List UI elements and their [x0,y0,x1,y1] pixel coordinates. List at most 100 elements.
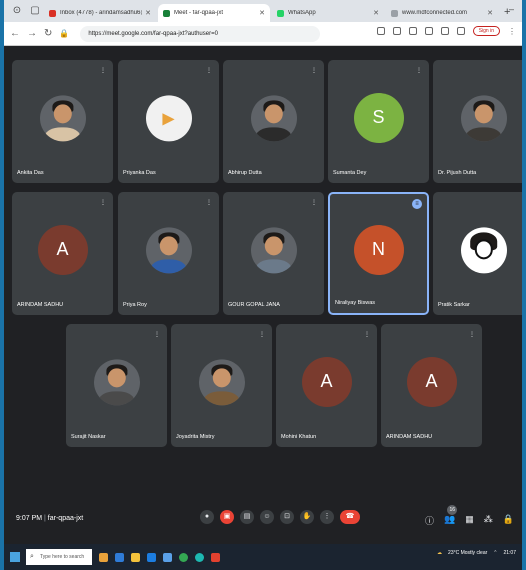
mic-muted-icon: ⋮ [100,68,106,74]
network-icon[interactable]: ⌃ [493,550,497,556]
participant-tile[interactable]: ⋮ Pratik Sarkar [433,192,522,315]
window-controls: – [509,4,514,14]
participant-tile[interactable]: ⋮ A ARINDAM SADHU [12,192,113,315]
gmail-icon [49,9,56,17]
minimize-icon[interactable]: – [509,4,514,14]
url-field[interactable]: https://meet.google.com/far-qpaa-jxt?aut… [80,25,321,42]
face-shape [474,239,493,260]
avatar-photo [39,94,86,141]
info-icon[interactable]: ⓘ [425,514,434,527]
participant-tile[interactable]: ⋮ S Sumanta Dey [328,60,429,183]
side-controls: ⓘ 👥 16 ▦ ⁂ 🔒 [425,505,514,527]
body-shape [150,259,187,273]
mic-muted-icon: ⋮ [259,332,265,338]
face-shape [159,236,178,256]
close-icon[interactable]: ✕ [487,9,493,17]
avatar-initial: S [353,92,404,143]
participant-name: Mohini Khatun [281,434,317,440]
share-icon[interactable] [392,27,401,35]
tab-search-icon[interactable]: ▢ [28,4,42,18]
participant-name: Sumanta Dey [333,170,367,176]
participant-name: ARINDAM SADHU [17,302,64,308]
tab-inbox[interactable]: Inbox (4778) - arindamsadhu6@... ✕ [44,4,156,22]
chrome-icon[interactable] [179,552,188,562]
face-shape [53,104,72,124]
mic-muted-icon: ⋮ [469,332,475,338]
system-tray: ☁ 23°C Mostly clear ⌃ 21:07 [437,550,516,556]
cortana-icon[interactable] [99,552,108,562]
close-icon[interactable]: ✕ [373,9,379,17]
whatsapp-icon [277,9,284,17]
store-icon[interactable] [147,552,156,562]
participant-tile[interactable]: ⋮ Dr. Pijush Dutta [433,60,522,183]
task-view-icon[interactable] [115,552,124,562]
mic-muted-icon: ⋮ [206,200,212,206]
weather-text[interactable]: 23°C Mostly clear [448,550,487,556]
mic-muted-icon: ⋮ [521,199,522,207]
tab-whatsapp[interactable]: WhatsApp ✕ [272,4,384,22]
file-explorer-icon[interactable] [131,552,140,562]
lock-host-icon[interactable]: 🔒 [503,514,514,527]
captions-icon[interactable]: ▤ [240,510,254,524]
participant-tile[interactable]: ⋮ A Mohini Khatun [276,324,377,447]
office-icon[interactable] [211,552,220,562]
participant-tile[interactable]: ⋮ ▶ Priyanka Das [118,60,219,183]
end-call-button[interactable]: ☎ [340,510,360,524]
avatar-photo [93,358,140,405]
lock-icon[interactable]: 🔒 [59,29,69,38]
meet-control-bar: 9:07 PM | far-qpaa-jxt ● ▣ ▤ ☺ ⊡ ✋ ⋮ ☎ ⓘ… [4,504,522,536]
meeting-info: 9:07 PM | far-qpaa-jxt [16,515,84,522]
taskbar-search[interactable]: Type here to search [26,549,92,565]
star-icon[interactable] [408,27,417,35]
edge-icon[interactable] [195,552,204,562]
avatar-initial: A [37,224,88,275]
download-icon[interactable] [456,27,465,35]
close-icon[interactable]: ✕ [259,9,265,17]
participant-tile[interactable]: ⋮ GOUR GOPAL JANA [223,192,324,315]
raise-hand-icon[interactable]: ✋ [300,510,314,524]
participant-tile[interactable]: ⋮ A ARINDAM SADHU [381,324,482,447]
back-icon[interactable]: ← [10,28,20,39]
sign-in-button[interactable]: Sign in [472,26,500,36]
extension-icon[interactable] [424,27,433,35]
tab-mdf[interactable]: www.mdfconnected.com ✕ [386,4,498,22]
mail-icon[interactable] [163,552,172,562]
window-menu-icon[interactable]: ⊙ [10,4,24,18]
mic-icon[interactable]: ● [200,510,214,524]
participant-name: Niraliyay Biswas [335,300,376,306]
present-icon[interactable]: ⊡ [280,510,294,524]
participant-tile[interactable]: ⋮ Abhirup Dutta [223,60,324,183]
more-menu-icon[interactable]: ⋮ [508,27,516,36]
play-icon: ▶ [162,109,175,127]
mic-muted-icon: ⋮ [521,67,522,75]
participant-tile[interactable]: ⋮ Ankita Das [12,60,113,183]
close-icon[interactable]: ✕ [145,9,151,17]
tab-meet[interactable]: Meet - far-qpaa-jxt ✕ [158,4,270,22]
camera-off-icon[interactable]: ▣ [220,510,234,524]
more-options-icon[interactable]: ⋮ [320,510,334,524]
taskbar-clock[interactable]: 21:07 [503,550,516,556]
face-shape [264,104,283,124]
participant-tile[interactable]: ≡ N Niraliyay Biswas [328,192,429,315]
participant-tile[interactable]: ⋮ Priya Roy [118,192,219,315]
people-icon[interactable]: 👥 16 [444,505,458,527]
chat-icon[interactable]: ▦ [465,514,474,527]
emoji-icon[interactable]: ☺ [260,510,274,524]
reload-icon[interactable]: ↻ [44,28,52,39]
forward-icon[interactable]: → [27,28,37,39]
participant-name: GOUR GOPAL JANA [228,302,280,308]
browser-window: ⊙ ▢ Inbox (4778) - arindamsadhu6@... ✕ M… [4,0,522,570]
puzzle-icon[interactable] [440,27,449,35]
toolbar-icons: Sign in ⋮ [376,26,516,36]
tab-title: Meet - far-qpaa-jxt [174,10,224,16]
participant-tile[interactable]: ⋮ Joyadrita Mistry [171,324,272,447]
avatar-initial: A [406,356,457,407]
windows-start-icon[interactable] [10,552,20,562]
meeting-code: far-qpaa-jxt [47,515,84,522]
camera-icon[interactable] [376,27,385,35]
mic-muted-icon: ⋮ [100,200,106,206]
activities-icon[interactable]: ⁂ [484,514,493,527]
participant-tile[interactable]: ⋮ Surajit Naskar [66,324,167,447]
body-shape [465,127,502,141]
mic-muted-icon: ⋮ [311,68,317,74]
